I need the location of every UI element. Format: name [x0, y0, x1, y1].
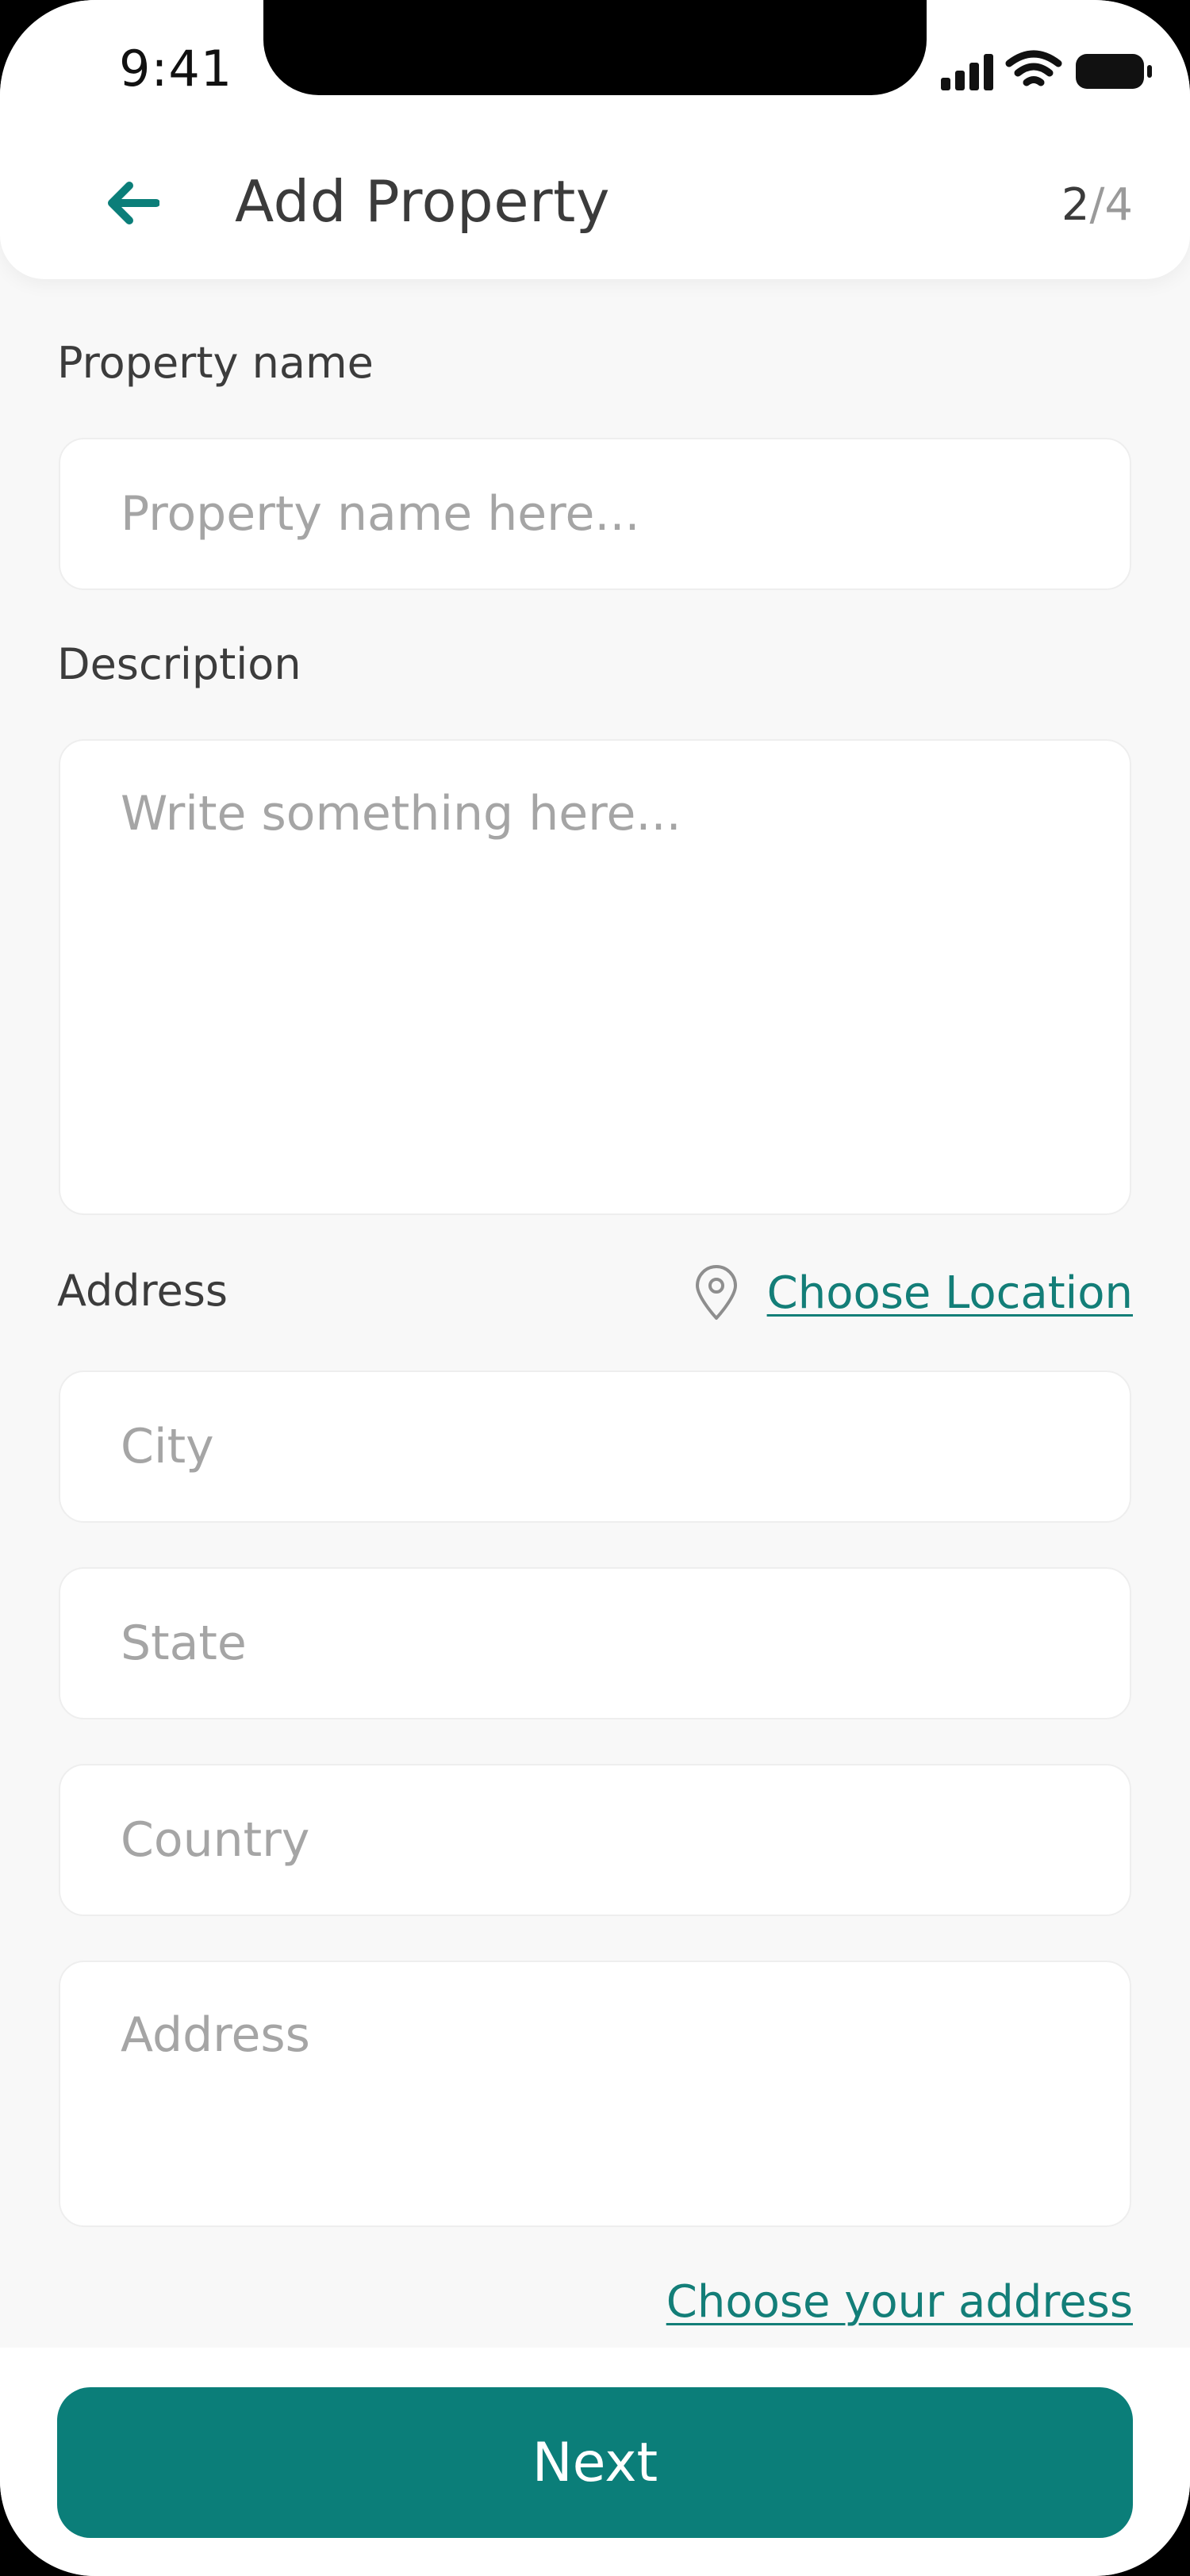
device-notch: [263, 0, 927, 95]
property-name-input[interactable]: [60, 439, 1130, 588]
choose-location-button[interactable]: Choose Location: [693, 1261, 1133, 1324]
signal-icon: [941, 54, 993, 90]
step-total: /4: [1089, 179, 1134, 231]
description-label: Description: [57, 639, 301, 689]
step-indicator: 2/4: [1061, 179, 1133, 231]
description-field: [59, 739, 1131, 1215]
choose-location-link[interactable]: Choose Location: [767, 1267, 1133, 1319]
arrow-left-icon: [108, 182, 159, 224]
bottom-bar: Next: [0, 2348, 1190, 2576]
state-input[interactable]: [60, 1569, 1130, 1718]
country-field: [59, 1764, 1131, 1916]
country-input[interactable]: [60, 1765, 1130, 1915]
screen: 9:41 Add Property 2/4 Property name Prop…: [0, 0, 1190, 2576]
battery-icon: [1076, 54, 1152, 89]
city-input[interactable]: [60, 1372, 1130, 1521]
description-textarea[interactable]: [60, 741, 1130, 1213]
step-current: 2: [1061, 179, 1090, 231]
address-textarea[interactable]: [60, 1962, 1130, 2225]
back-button[interactable]: [89, 163, 176, 243]
map-pin-icon: [693, 1264, 740, 1321]
property-name-label: Property name: [57, 338, 374, 388]
header: 9:41 Add Property 2/4: [0, 0, 1190, 279]
address-field: [59, 1961, 1131, 2227]
address-label: Address: [57, 1266, 228, 1316]
wifi-icon: [1005, 50, 1062, 86]
choose-address-link[interactable]: Choose your address: [666, 2276, 1133, 2328]
page-title: Add Property: [235, 168, 610, 235]
status-icons: [941, 49, 1155, 94]
next-button[interactable]: Next: [57, 2387, 1133, 2538]
city-field: [59, 1370, 1131, 1523]
property-name-field: [59, 438, 1131, 590]
status-time: 9:41: [119, 40, 233, 98]
state-field: [59, 1567, 1131, 1719]
